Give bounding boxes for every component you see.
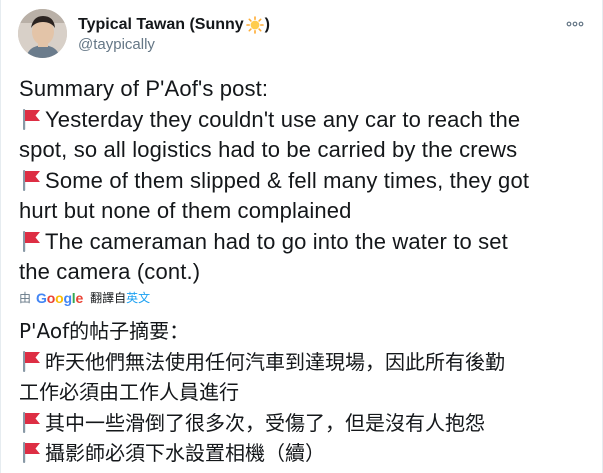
tweet-line: Yesterday they couldn't use any car to r… xyxy=(19,105,592,136)
translated-line-text: 其中一些滑倒了很多次，受傷了，但是沒有人抱怨 xyxy=(45,410,485,435)
tweet-line-text: the camera (cont.) xyxy=(19,259,201,284)
tweet-line: spot, so all logistics had to be carried… xyxy=(19,135,592,166)
translated-line-text: 昨天他們無法使用任何汽車到達現場，因此所有後勤 xyxy=(45,349,505,374)
red-flag-icon xyxy=(19,169,43,191)
translated-line: 攝影師必須下水設置相機（續） xyxy=(19,438,592,469)
avatar[interactable] xyxy=(18,9,67,58)
author-handle[interactable]: @taypically xyxy=(78,35,270,55)
author-display-name[interactable]: Typical Tawan (Sunny ) xyxy=(78,15,270,35)
more-options-icon[interactable] xyxy=(566,15,584,27)
tweet-line: Some of them slipped & fell many times, … xyxy=(19,166,592,197)
translated-line: P'Aof的帖子摘要： xyxy=(19,316,592,347)
tweet-line-text: hurt but none of them complained xyxy=(19,198,352,223)
author-names: Typical Tawan (Sunny ) @taypically xyxy=(78,15,270,55)
tweet-header: Typical Tawan (Sunny ) @taypically xyxy=(18,9,588,61)
tweet-line-text: Yesterday they couldn't use any car to r… xyxy=(45,106,521,132)
red-flag-icon xyxy=(19,411,43,433)
google-logo: Google xyxy=(36,289,84,306)
translation-attribution: 由 Google 翻譯自 英文 xyxy=(19,289,150,306)
source-language-link[interactable]: 英文 xyxy=(126,289,150,306)
display-name-suffix: ) xyxy=(264,16,270,33)
red-flag-icon xyxy=(19,350,43,372)
tweet-line: the camera (cont.) xyxy=(19,257,592,288)
translated-line: 其中一些滑倒了很多次，受傷了，但是沒有人抱怨 xyxy=(19,408,592,439)
sun-icon xyxy=(245,16,264,34)
tweet-line: Summary of P'Aof's post: xyxy=(19,74,592,105)
translated-line-text: P'Aof的帖子摘要： xyxy=(19,319,190,343)
translated-line: 昨天他們無法使用任何汽車到達現場，因此所有後勤 xyxy=(19,347,592,378)
translated-by-label: 由 xyxy=(19,291,32,305)
display-name-text: Typical Tawan (Sunny xyxy=(78,16,244,33)
tweet-line-text: The cameraman had to go into the water t… xyxy=(45,228,508,254)
tweet-line-text: Some of them slipped & fell many times, … xyxy=(45,167,530,193)
tweet-line: The cameraman had to go into the water t… xyxy=(19,227,592,258)
tweet-text: Summary of P'Aof's post: Yesterday they c… xyxy=(19,74,592,288)
translated-line-text: 工作必須由工作人員進行 xyxy=(19,380,239,404)
tweet-line: hurt but none of them complained xyxy=(19,196,592,227)
red-flag-icon xyxy=(19,108,43,130)
translated-text: P'Aof的帖子摘要： 昨天他們無法使用任何汽車到達現場，因此所有後勤工作必須由工… xyxy=(19,316,592,469)
translated-line: 工作必須由工作人員進行 xyxy=(19,377,592,408)
red-flag-icon xyxy=(19,441,43,463)
tweet-line-text: Summary of P'Aof's post: xyxy=(19,76,269,101)
translated-line-text: 攝影師必須下水設置相機（續） xyxy=(45,441,325,465)
translated-from-label: 翻譯自 xyxy=(90,291,127,305)
red-flag-icon xyxy=(19,230,43,252)
tweet-line-text: spot, so all logistics had to be carried… xyxy=(19,137,518,162)
